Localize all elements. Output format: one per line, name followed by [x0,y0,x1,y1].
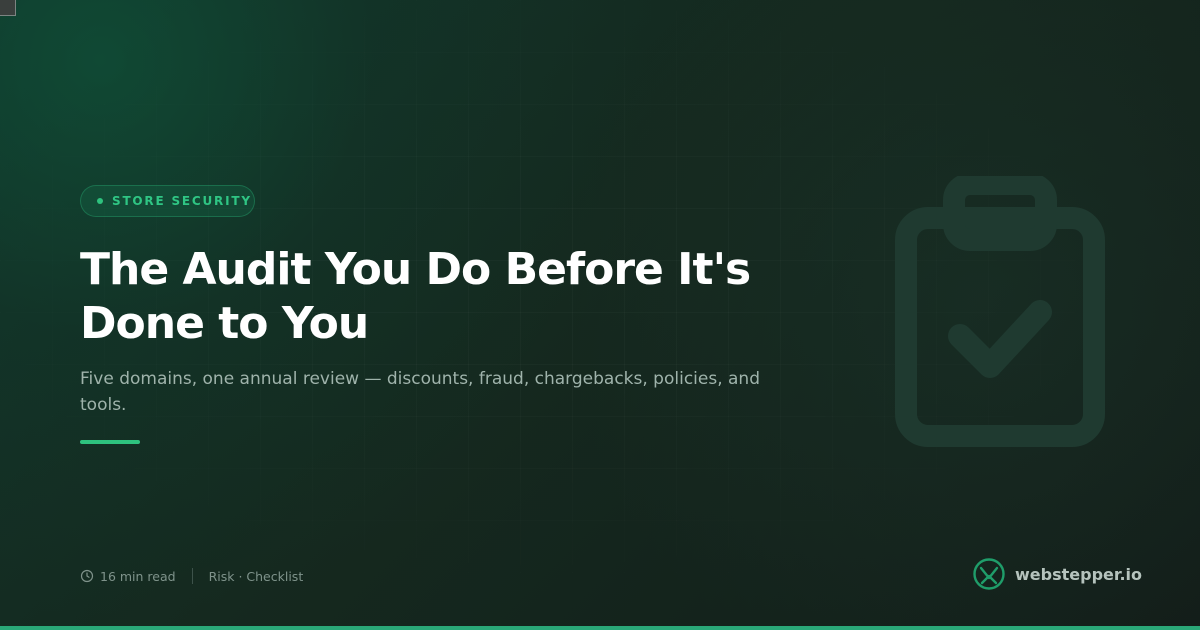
clipboard-check-icon [895,176,1105,447]
accent-divider [80,440,140,444]
clock-icon [80,569,94,583]
article-title: The Audit You Do Before It's Done to You [80,244,751,349]
brand[interactable]: webstepper.io [972,557,1142,591]
brand-name: webstepper.io [1015,564,1143,584]
article-subtitle: Five domains, one annual review — discou… [80,369,760,415]
category-label: STORE SECURITY [112,194,252,208]
read-time: 16 min read [100,568,176,584]
bottom-accent-bar [0,626,1200,630]
category-badge: STORE SECURITY [80,185,255,217]
article-tags: Risk · Checklist [208,568,304,584]
badge-dot-icon [97,198,103,204]
webstepper-logo-icon [973,558,1005,590]
corner-marker [0,0,16,16]
meta-divider [191,568,193,584]
article-meta: 16 min read Risk · Checklist [80,566,303,586]
